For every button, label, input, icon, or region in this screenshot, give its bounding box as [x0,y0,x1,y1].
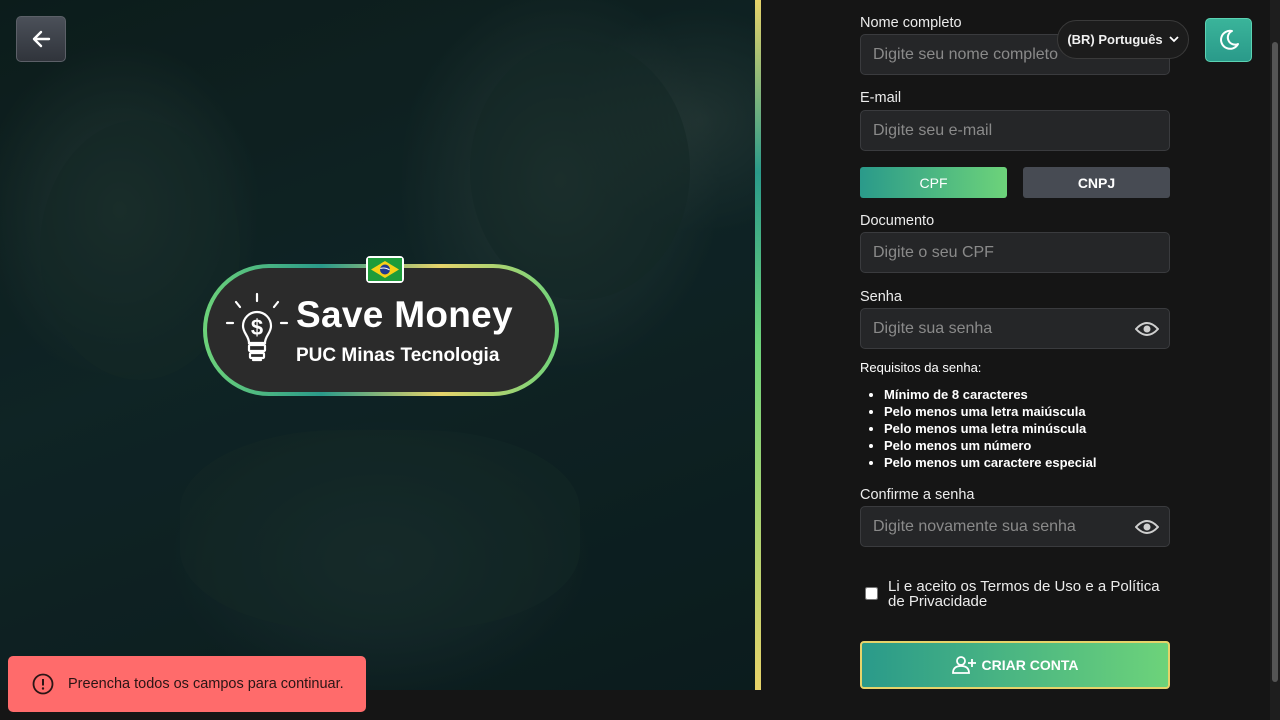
requirement-item: Pelo menos uma letra minúscula [884,420,1096,437]
password-requirements-title: Requisitos da senha: [860,360,982,375]
theme-toggle-button[interactable] [1205,18,1252,62]
email-input[interactable] [860,110,1170,151]
document-input[interactable] [860,232,1170,273]
terms-label: Li e aceito os Termos de Uso e a Polític… [888,578,1160,610]
terms-checkbox[interactable] [865,587,878,600]
user-plus-icon [951,656,976,674]
toast-message: Preencha todos os campos para continuar. [68,676,344,692]
terms-row: Li e aceito os Termos de Uso e a Polític… [860,578,1170,612]
language-select[interactable]: (BR) Português [1057,20,1189,59]
brand-title: Save Money [296,294,513,335]
brand-logo: $ Save Money PUC Minas Tecnologia [203,256,559,396]
panel-divider [755,0,761,690]
error-toast: Preencha todos os campos para continuar. [8,656,366,712]
confirm-password-label: Confirme a senha [860,487,975,503]
doc-type-cpf-button[interactable]: CPF [860,167,1007,198]
show-password-icon[interactable] [1134,319,1160,339]
alert-circle-icon [32,673,54,695]
requirement-item: Pelo menos um número [884,437,1096,454]
show-confirm-password-icon[interactable] [1134,517,1160,537]
back-button[interactable] [16,16,66,62]
svg-text:$: $ [251,315,263,340]
brand-subtitle: PUC Minas Tecnologia [296,345,500,366]
moon-icon [1219,29,1239,50]
password-requirements-list: Mínimo de 8 caracteres Pelo menos uma le… [884,386,1096,471]
requirement-item: Pelo menos uma letra maiúscula [884,403,1096,420]
brazil-flag-icon [366,256,404,283]
scrollbar-thumb[interactable] [1272,42,1278,682]
email-label: E-mail [860,90,902,106]
confirm-password-input[interactable] [860,506,1170,547]
create-account-button[interactable]: CRIAR CONTA [860,641,1170,689]
chevron-down-icon [1169,36,1179,43]
hero-image: $ Save Money PUC Minas Tecnologia [0,0,755,690]
requirement-item: Pelo menos um caractere especial [884,454,1096,471]
language-label: (BR) Português [1067,32,1163,47]
name-label: Nome completo [860,15,962,31]
scrollbar[interactable] [1270,0,1280,720]
password-input[interactable] [860,308,1170,349]
document-label: Documento [860,213,935,229]
requirement-item: Mínimo de 8 caracteres [884,386,1096,403]
lightbulb-dollar-icon: $ [225,292,289,377]
password-label: Senha [860,289,902,305]
doc-type-cnpj-button[interactable]: CNPJ [1023,167,1170,198]
create-account-label: CRIAR CONTA [981,657,1079,673]
arrow-left-icon [32,30,51,48]
